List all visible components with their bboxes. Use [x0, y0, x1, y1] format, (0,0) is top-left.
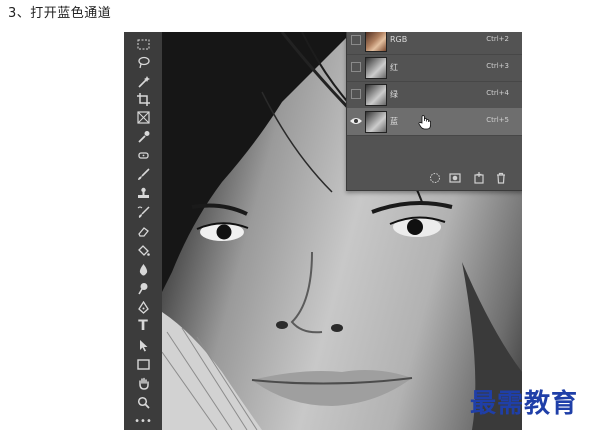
visibility-toggle-empty[interactable]: [351, 62, 361, 72]
channels-panel: RGB Ctrl+2 红 Ctrl+3 绿 Ctrl+4 蓝 Ctrl+5: [346, 32, 522, 191]
blur-tool-icon[interactable]: [133, 261, 153, 277]
history-brush-tool-icon[interactable]: [133, 204, 153, 220]
step-heading: 3、打开蓝色通道: [8, 6, 112, 21]
rectangle-tool-icon[interactable]: [133, 356, 153, 372]
healing-brush-tool-icon[interactable]: [133, 147, 153, 163]
channel-row-blue[interactable]: 蓝 Ctrl+5: [347, 108, 522, 136]
channel-thumbnail: [365, 111, 387, 133]
pen-tool-icon[interactable]: [133, 299, 153, 315]
channel-row-rgb[interactable]: RGB Ctrl+2: [347, 32, 522, 55]
brush-tool-icon[interactable]: [133, 166, 153, 182]
hand-cursor-icon: [418, 115, 431, 130]
frame-tool-icon[interactable]: [133, 109, 153, 125]
dodge-tool-icon[interactable]: [133, 280, 153, 296]
hand-tool-icon[interactable]: [133, 375, 153, 391]
channel-thumbnail: [365, 84, 387, 106]
eyedropper-tool-icon[interactable]: [133, 128, 153, 144]
clone-stamp-tool-icon[interactable]: [133, 185, 153, 201]
delete-channel-icon[interactable]: [495, 172, 507, 184]
new-channel-icon[interactable]: [473, 172, 485, 184]
zoom-tool-icon[interactable]: [133, 394, 153, 410]
visibility-toggle-empty[interactable]: [351, 89, 361, 99]
watermark-logo: 最需教育: [470, 389, 579, 419]
channel-name: 蓝: [390, 117, 398, 126]
marquee-tool-icon[interactable]: [133, 36, 153, 52]
channels-panel-footer: [347, 168, 522, 190]
eraser-tool-icon[interactable]: [133, 223, 153, 239]
channel-thumbnail: [365, 57, 387, 79]
channel-name: 红: [390, 63, 398, 72]
channel-name: RGB: [390, 35, 408, 44]
channel-shortcut: Ctrl+4: [486, 89, 509, 97]
save-selection-icon[interactable]: [449, 172, 461, 184]
channel-row-red[interactable]: 红 Ctrl+3: [347, 54, 522, 82]
crop-tool-icon[interactable]: [133, 91, 153, 107]
magic-wand-tool-icon[interactable]: [133, 73, 153, 89]
type-tool-icon[interactable]: T: [133, 318, 153, 334]
paint-bucket-tool-icon[interactable]: [133, 242, 153, 258]
channel-shortcut: Ctrl+2: [486, 35, 509, 43]
tools-panel: T •••: [124, 32, 163, 430]
more-tools-icon[interactable]: •••: [133, 413, 153, 429]
visibility-toggle-empty[interactable]: [351, 35, 361, 45]
channel-thumbnail: [365, 32, 387, 52]
lasso-tool-icon[interactable]: [133, 54, 153, 70]
eye-icon[interactable]: [350, 116, 362, 126]
channel-name: 绿: [390, 90, 398, 99]
channel-shortcut: Ctrl+5: [486, 116, 509, 124]
path-selection-tool-icon[interactable]: [133, 337, 153, 353]
channel-row-green[interactable]: 绿 Ctrl+4: [347, 81, 522, 109]
load-selection-icon[interactable]: [429, 172, 441, 184]
channel-shortcut: Ctrl+3: [486, 62, 509, 70]
photoshop-screenshot: T ••• RGB Ctrl+2 红 Ctrl+3 绿 Ctrl+4 蓝 Ctr…: [124, 32, 522, 430]
